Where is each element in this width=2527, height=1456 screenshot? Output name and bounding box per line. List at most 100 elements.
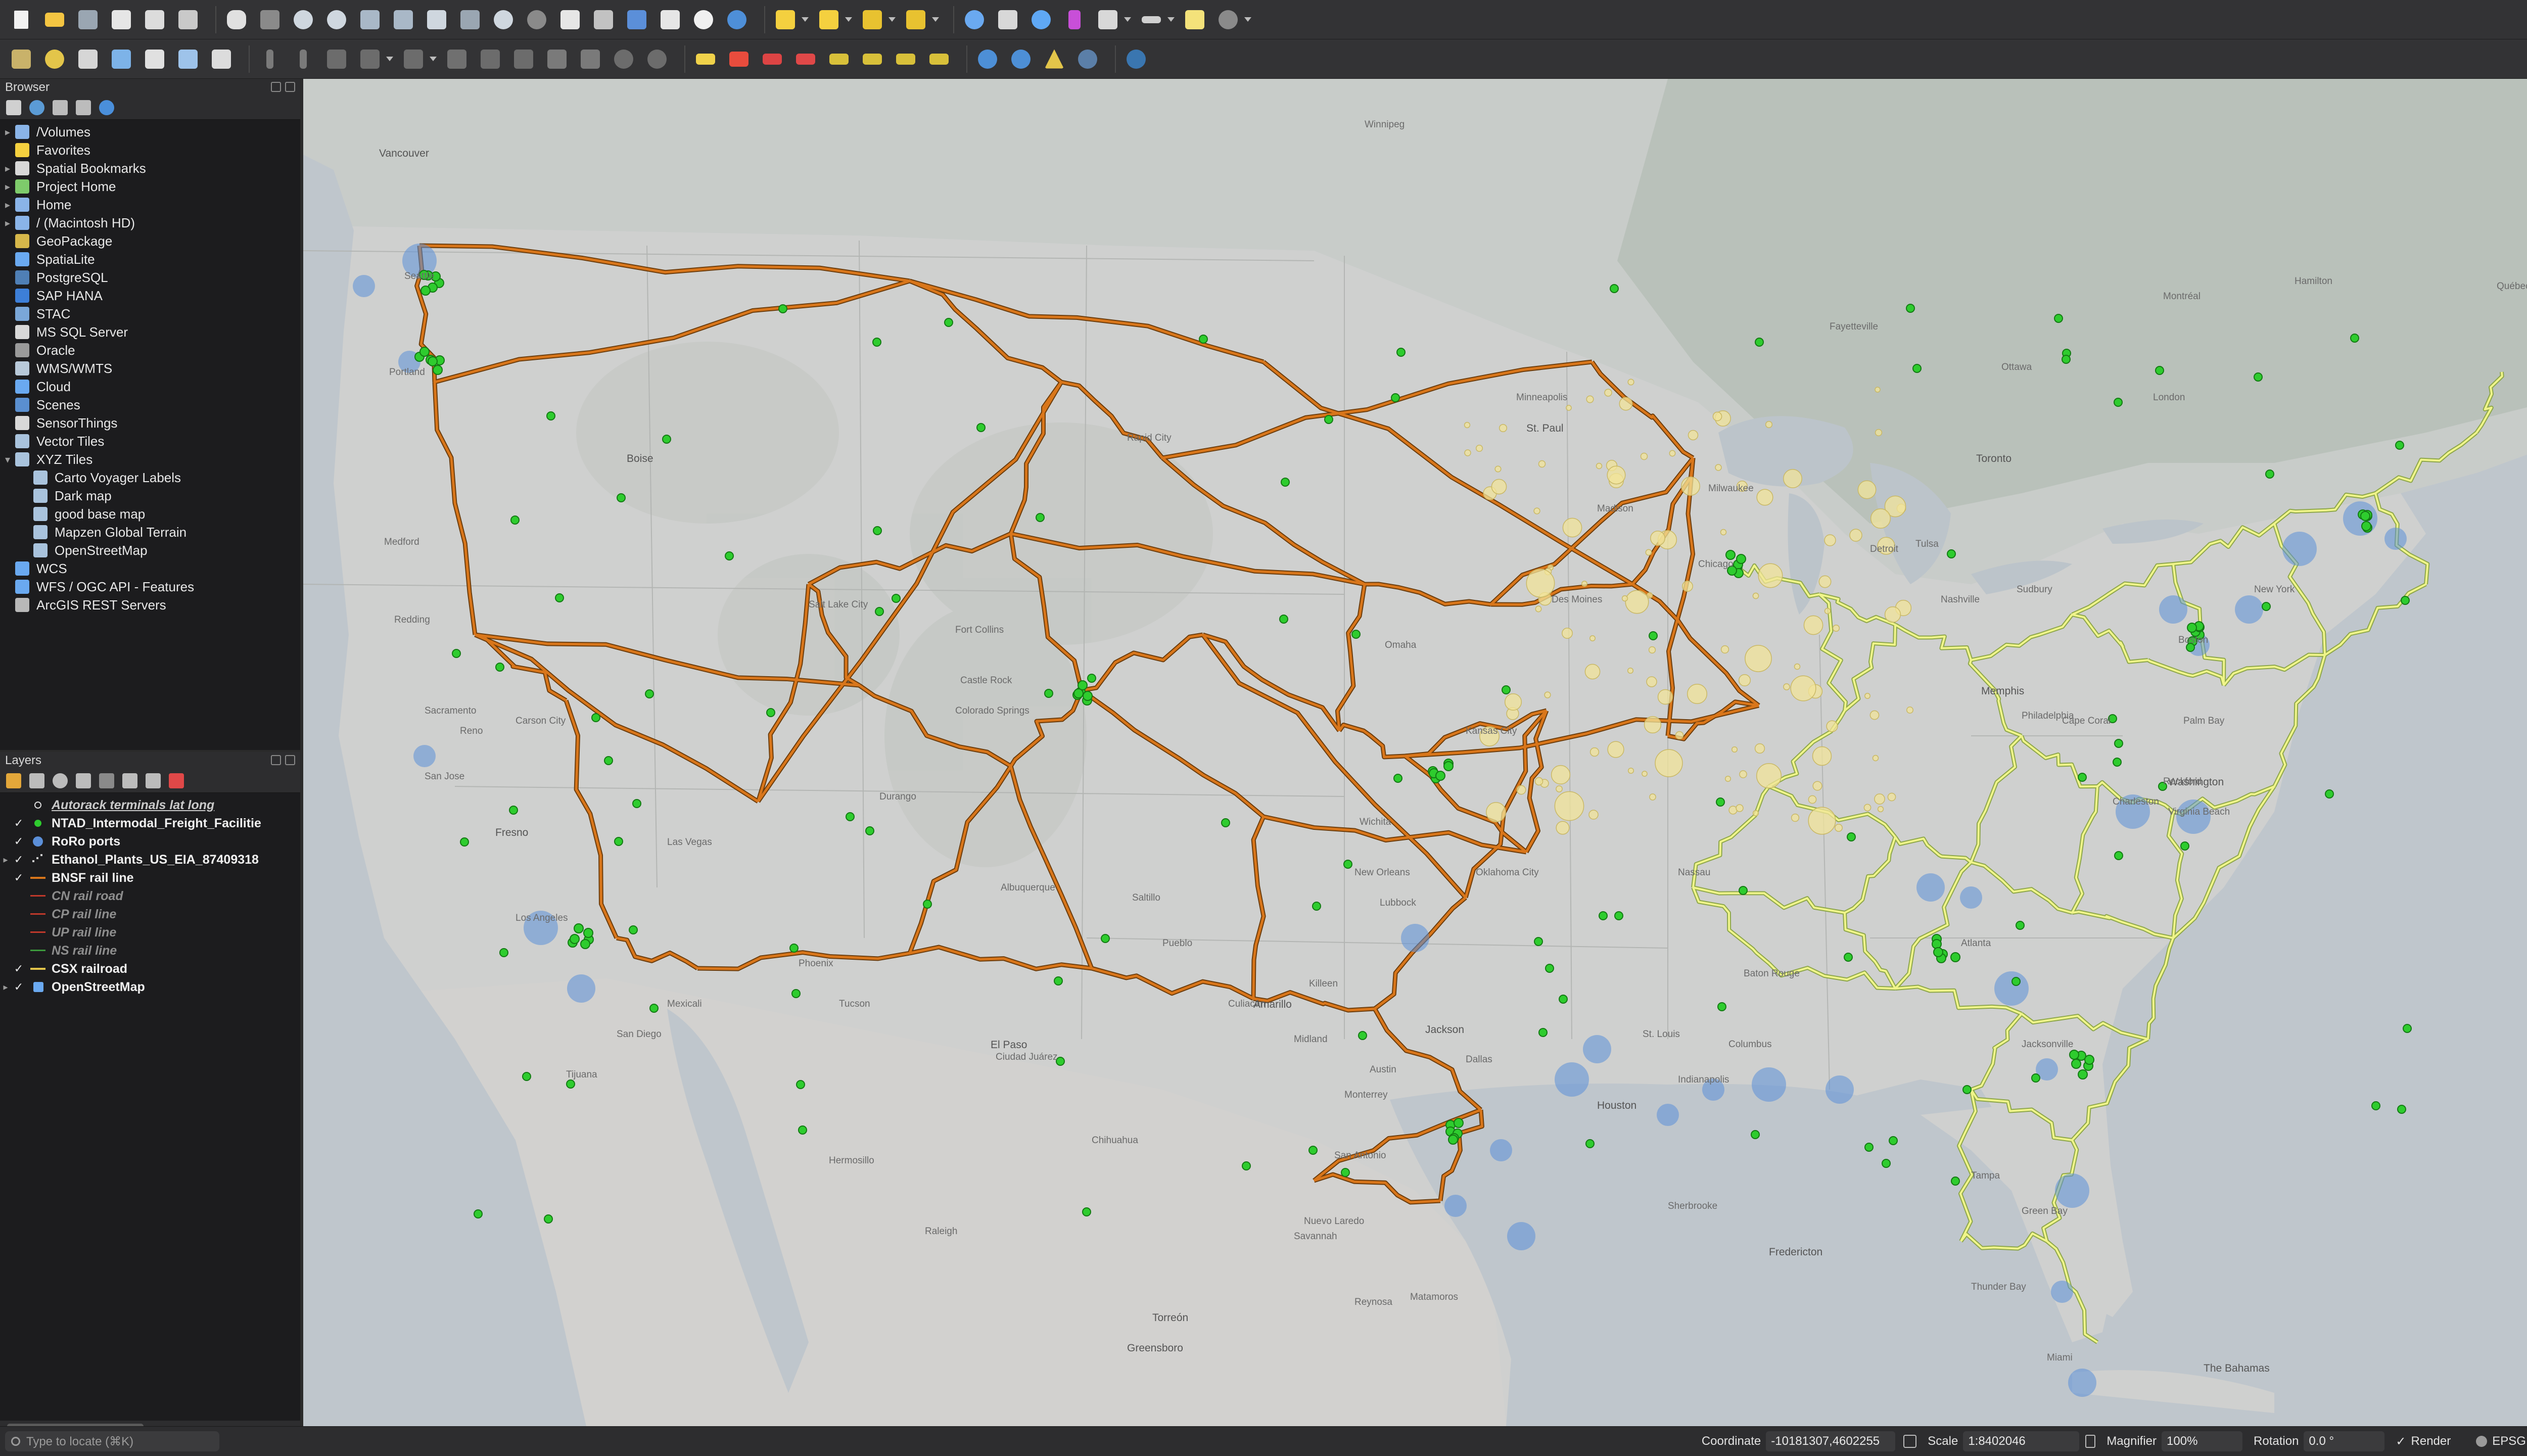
crs-value[interactable]: EPSG:3857 bbox=[2492, 1434, 2527, 1448]
new-map-view-icon[interactable] bbox=[557, 7, 583, 33]
browser-item[interactable]: ▸ Home bbox=[0, 196, 300, 214]
measure-line-icon[interactable] bbox=[1138, 7, 1164, 33]
browser-item[interactable]: ▸ / (Macintosh HD) bbox=[0, 214, 300, 232]
zoom-last-icon[interactable] bbox=[490, 7, 517, 33]
visibility-eye-icon[interactable] bbox=[53, 773, 68, 788]
identify-icon[interactable] bbox=[961, 7, 988, 33]
field-calculator-icon[interactable] bbox=[1095, 7, 1121, 33]
paste-icon[interactable] bbox=[577, 46, 603, 72]
layer-labeling-icon[interactable] bbox=[726, 46, 752, 72]
filter-legend-icon[interactable] bbox=[76, 773, 91, 788]
remove-layer-icon[interactable] bbox=[169, 773, 184, 788]
select-location-icon[interactable] bbox=[903, 7, 929, 33]
browser-item[interactable]: PostgreSQL bbox=[0, 268, 300, 287]
browser-item[interactable]: SensorThings bbox=[0, 414, 300, 432]
browser-item[interactable]: Dark map bbox=[0, 487, 300, 505]
refresh-icon[interactable] bbox=[724, 7, 750, 33]
browser-item[interactable]: good base map bbox=[0, 505, 300, 523]
layer-visibility-checkbox[interactable] bbox=[13, 927, 24, 938]
browser-item[interactable]: SAP HANA bbox=[0, 287, 300, 305]
layer-visibility-checkbox[interactable] bbox=[13, 909, 24, 920]
layer-item[interactable]: ✓ BNSF rail line bbox=[0, 869, 300, 887]
map-svg[interactable] bbox=[303, 79, 2527, 1426]
browser-item[interactable]: Cloud bbox=[0, 378, 300, 396]
layer-visibility-checkbox[interactable] bbox=[13, 890, 24, 902]
zoom-full-icon[interactable] bbox=[357, 7, 383, 33]
bookmark-icon[interactable] bbox=[624, 7, 650, 33]
properties-info-icon[interactable] bbox=[99, 100, 114, 115]
new-scratch-layer-icon[interactable] bbox=[142, 46, 168, 72]
settings-gear-icon[interactable] bbox=[1028, 7, 1054, 33]
layer-visibility-checkbox[interactable]: ✓ bbox=[13, 835, 24, 848]
float-panel-icon[interactable] bbox=[271, 82, 281, 92]
delete-selected-icon[interactable] bbox=[477, 46, 503, 72]
move-label-icon[interactable] bbox=[826, 46, 852, 72]
collapsed-arrow-icon[interactable]: ▸ bbox=[0, 180, 15, 193]
print-layout-icon[interactable] bbox=[142, 7, 168, 33]
browser-item[interactable]: MS SQL Server bbox=[0, 323, 300, 341]
browser-item[interactable]: Vector Tiles bbox=[0, 432, 300, 450]
layer-item[interactable]: Autorack terminals lat long bbox=[0, 796, 300, 814]
vertex-tool-icon[interactable] bbox=[400, 46, 427, 72]
cut-icon[interactable] bbox=[510, 46, 537, 72]
open-project-icon[interactable] bbox=[41, 7, 68, 33]
render-checkbox[interactable]: ✓ bbox=[2396, 1434, 2406, 1449]
layer-visibility-checkbox[interactable]: ✓ bbox=[13, 980, 24, 993]
select-by-value-icon[interactable] bbox=[816, 7, 842, 33]
layer-visibility-checkbox[interactable] bbox=[13, 800, 24, 811]
style-panel-icon[interactable] bbox=[6, 773, 21, 788]
layer-item[interactable]: CP rail line bbox=[0, 905, 300, 923]
collapsed-arrow-icon[interactable]: ▸ bbox=[0, 982, 11, 993]
layer-item[interactable]: CN rail road bbox=[0, 887, 300, 905]
collapsed-arrow-icon[interactable]: ▸ bbox=[0, 126, 15, 138]
zoom-to-layer-icon[interactable] bbox=[424, 7, 450, 33]
layer-visibility-checkbox[interactable] bbox=[13, 945, 24, 956]
toggle-editing-pencil-icon[interactable] bbox=[257, 46, 283, 72]
python-console-icon[interactable] bbox=[1123, 46, 1149, 72]
toggle-extents-icon[interactable] bbox=[1903, 1435, 1917, 1448]
expanded-arrow-icon[interactable]: ▾ bbox=[0, 453, 15, 466]
temporal-controller-icon[interactable] bbox=[690, 7, 717, 33]
collapse-all-icon[interactable] bbox=[146, 773, 161, 788]
collapse-all-icon[interactable] bbox=[76, 100, 91, 115]
browser-item[interactable]: STAC bbox=[0, 305, 300, 323]
rotation-field[interactable]: 0.0 ° bbox=[2304, 1431, 2385, 1451]
digitize-line-icon[interactable] bbox=[108, 46, 134, 72]
show-bookmarks-icon[interactable] bbox=[657, 7, 683, 33]
browser-item[interactable]: ▸ Spatial Bookmarks bbox=[0, 159, 300, 177]
map-tips-icon[interactable] bbox=[1182, 7, 1208, 33]
browser-item[interactable]: OpenStreetMap bbox=[0, 541, 300, 559]
browser-item[interactable]: Favorites bbox=[0, 141, 300, 159]
layer-item[interactable]: UP rail line bbox=[0, 923, 300, 942]
browser-item[interactable]: ▸ Project Home bbox=[0, 177, 300, 196]
copy-icon[interactable] bbox=[544, 46, 570, 72]
collapsed-arrow-icon[interactable]: ▸ bbox=[0, 162, 15, 175]
refresh-browser-icon[interactable] bbox=[29, 100, 44, 115]
browser-item[interactable]: WCS bbox=[0, 559, 300, 578]
select-features-icon[interactable] bbox=[772, 7, 799, 33]
browser-item[interactable]: WMS/WMTS bbox=[0, 359, 300, 378]
layer-visibility-checkbox[interactable]: ✓ bbox=[13, 853, 24, 866]
layer-item[interactable]: ✓ CSX railroad bbox=[0, 960, 300, 978]
save-as-icon[interactable] bbox=[108, 7, 134, 33]
browser-item[interactable]: WFS / OGC API - Features bbox=[0, 578, 300, 596]
layer-visibility-checkbox[interactable]: ✓ bbox=[13, 871, 24, 884]
layer-item[interactable]: ✓ NTAD_Intermodal_Freight_Facilitie bbox=[0, 814, 300, 832]
filter-browser-icon[interactable] bbox=[53, 100, 68, 115]
layer-item[interactable]: NS rail line bbox=[0, 942, 300, 960]
float-panel-icon[interactable] bbox=[271, 755, 281, 765]
redo-icon[interactable] bbox=[644, 46, 670, 72]
save-project-icon[interactable] bbox=[75, 7, 101, 33]
scale-field[interactable]: 1:8402046 bbox=[1963, 1431, 2080, 1451]
zoom-next-icon[interactable] bbox=[524, 7, 550, 33]
zoom-to-selection-icon[interactable] bbox=[390, 7, 416, 33]
collapsed-arrow-icon[interactable]: ▸ bbox=[0, 199, 15, 211]
expand-all-icon[interactable] bbox=[122, 773, 137, 788]
new-layer-icon[interactable] bbox=[75, 46, 101, 72]
label-tool-icon[interactable] bbox=[692, 46, 719, 72]
browser-item[interactable]: ▾ XYZ Tiles bbox=[0, 450, 300, 468]
pan-hand-icon[interactable] bbox=[223, 7, 250, 33]
multi-edit-icon[interactable] bbox=[444, 46, 470, 72]
magnifier-field[interactable]: 100% bbox=[2162, 1431, 2243, 1451]
add-vector-layer-icon[interactable] bbox=[41, 46, 68, 72]
